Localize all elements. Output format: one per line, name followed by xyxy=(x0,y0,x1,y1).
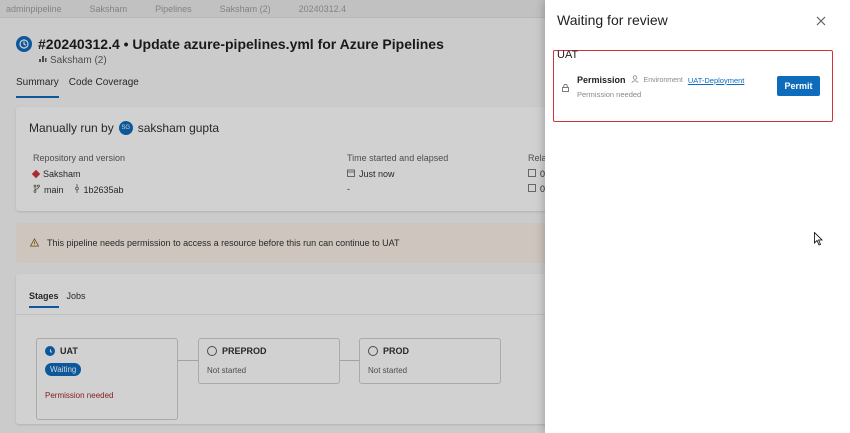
environment-label: Environment xyxy=(643,76,683,84)
permission-status: Permission needed xyxy=(577,90,642,99)
review-panel: Waiting for review UAT Permission Enviro… xyxy=(545,0,850,433)
close-icon[interactable] xyxy=(814,14,828,28)
panel-title: Waiting for review xyxy=(557,12,668,28)
permission-title: Permission xyxy=(577,75,626,85)
review-stage-heading: UAT xyxy=(557,49,579,61)
environment-link[interactable]: UAT-Deployment xyxy=(688,76,745,85)
permit-button[interactable]: Permit xyxy=(777,76,820,96)
environment-icon xyxy=(631,75,639,85)
lock-icon xyxy=(562,81,569,95)
permission-item: Permission Environment UAT-Deployment Pe… xyxy=(562,75,744,99)
mouse-cursor-icon xyxy=(814,231,824,249)
